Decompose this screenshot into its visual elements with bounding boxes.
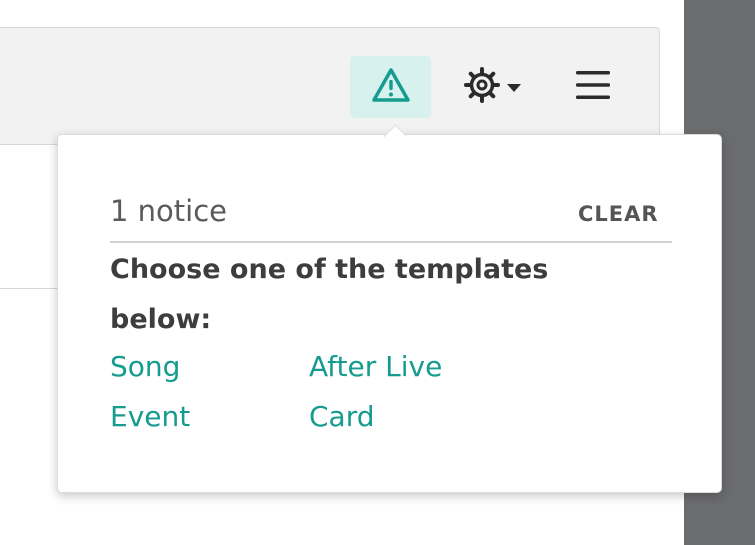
notice-count: 1 notice <box>110 194 228 228</box>
notice-divider <box>110 241 672 243</box>
content-divider <box>0 288 60 289</box>
gear-icon <box>463 66 501 108</box>
header-toolbar <box>0 27 660 145</box>
template-link-card[interactable]: Card <box>309 399 375 435</box>
warning-triangle-icon <box>371 67 411 107</box>
notices-button[interactable] <box>350 56 431 118</box>
popover-arrow <box>384 120 406 142</box>
hamburger-menu-icon <box>575 69 611 105</box>
notices-popover: 1 notice CLEAR Choose one of the templat… <box>57 134 722 493</box>
main-menu-button[interactable] <box>562 58 624 116</box>
notice-message: Choose one of the templates below: <box>110 254 549 335</box>
settings-dropdown-button[interactable] <box>450 58 534 116</box>
template-link-after-live[interactable]: After Live <box>309 349 442 385</box>
template-link-event[interactable]: Event <box>110 399 190 435</box>
clear-notices-button[interactable]: CLEAR <box>578 201 659 227</box>
caret-down-icon <box>506 78 522 97</box>
template-link-song[interactable]: Song <box>110 349 180 385</box>
